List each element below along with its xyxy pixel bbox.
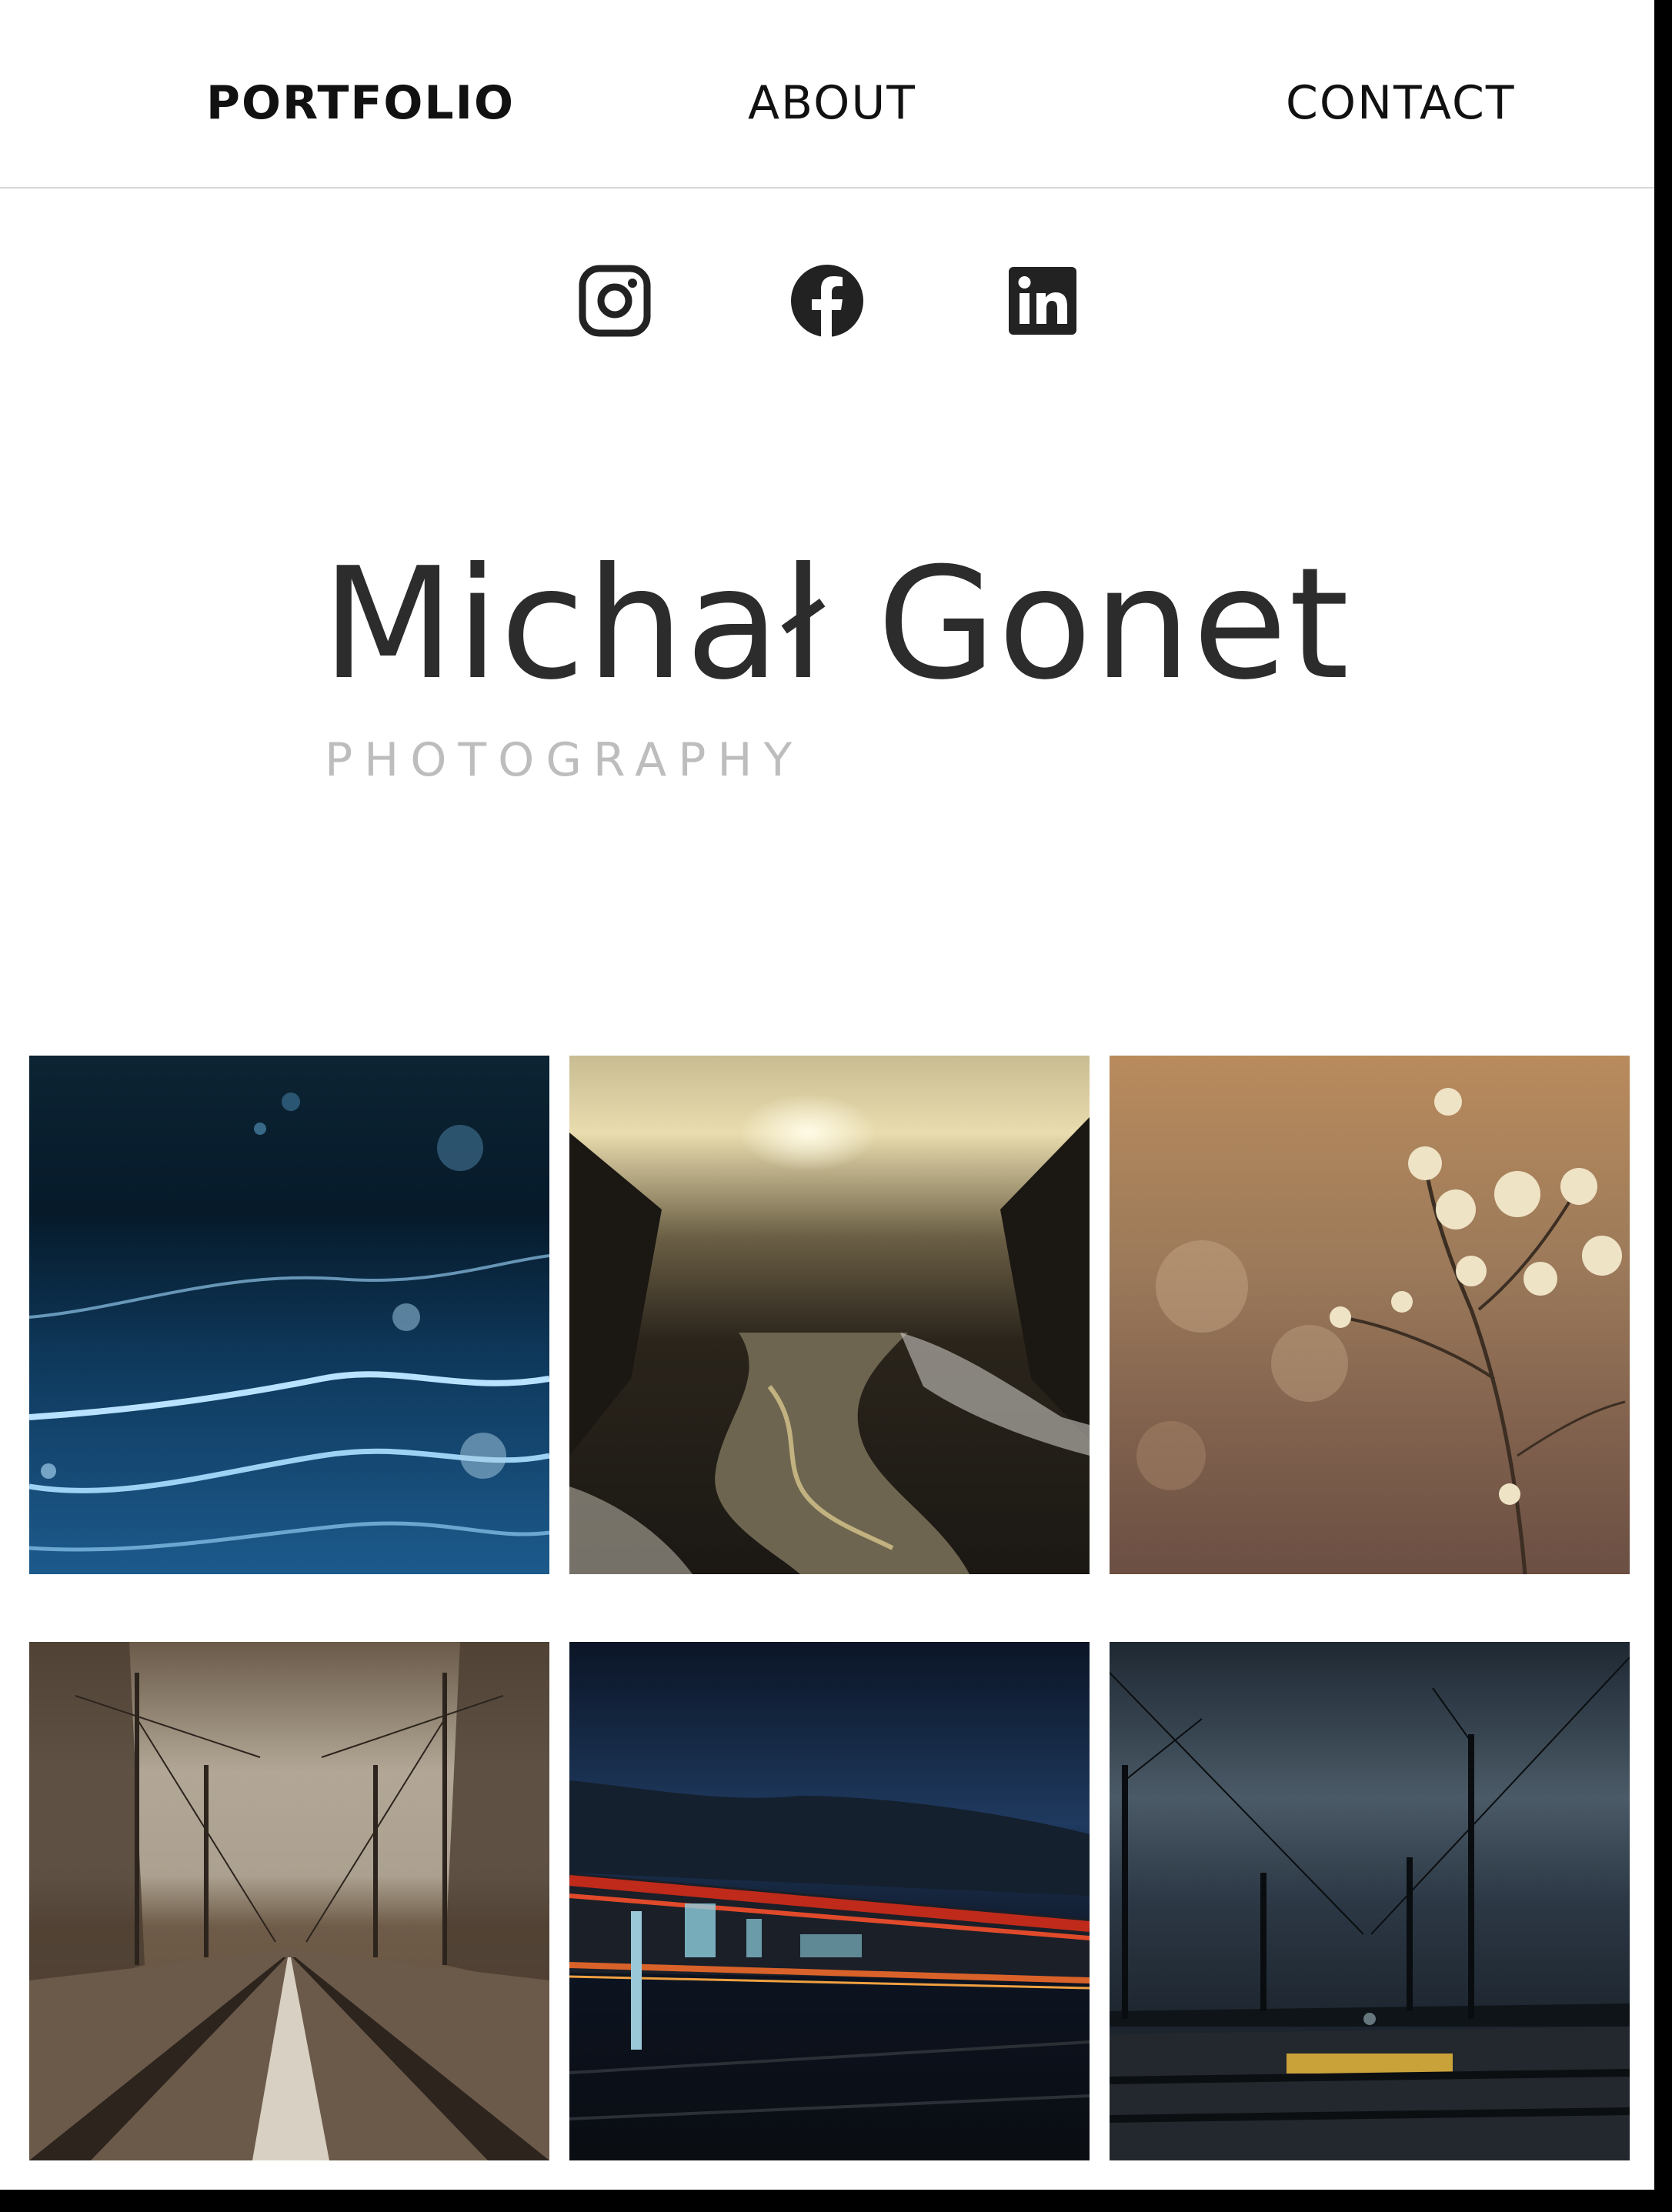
top-nav: PORTFOLIO ABOUT CONTACT [0,0,1654,189]
nav-portfolio-link[interactable]: PORTFOLIO [206,80,515,126]
gallery-photo-river[interactable] [569,1056,1090,1574]
gallery-photo-train-lights[interactable] [569,1642,1090,2160]
site-subtitle: PHOTOGRAPHY [325,733,804,787]
gallery-photo-railway-dusk[interactable] [1110,1642,1630,2160]
instagram-icon[interactable] [578,264,652,338]
gallery-photo-railway-sepia[interactable] [29,1642,549,2160]
site-title: Michał Gonet [322,535,1351,714]
page: PORTFOLIO ABOUT CONTACT Michał Gonet PHO… [0,0,1654,2190]
linkedin-icon[interactable] [1006,264,1080,338]
nav-contact-link[interactable]: CONTACT [1286,80,1516,126]
facebook-icon[interactable] [790,264,864,338]
gallery-photo-wildflower[interactable] [1110,1056,1630,1574]
gallery-photo-ice[interactable] [29,1056,549,1574]
nav-about-link[interactable]: ABOUT [748,80,916,126]
